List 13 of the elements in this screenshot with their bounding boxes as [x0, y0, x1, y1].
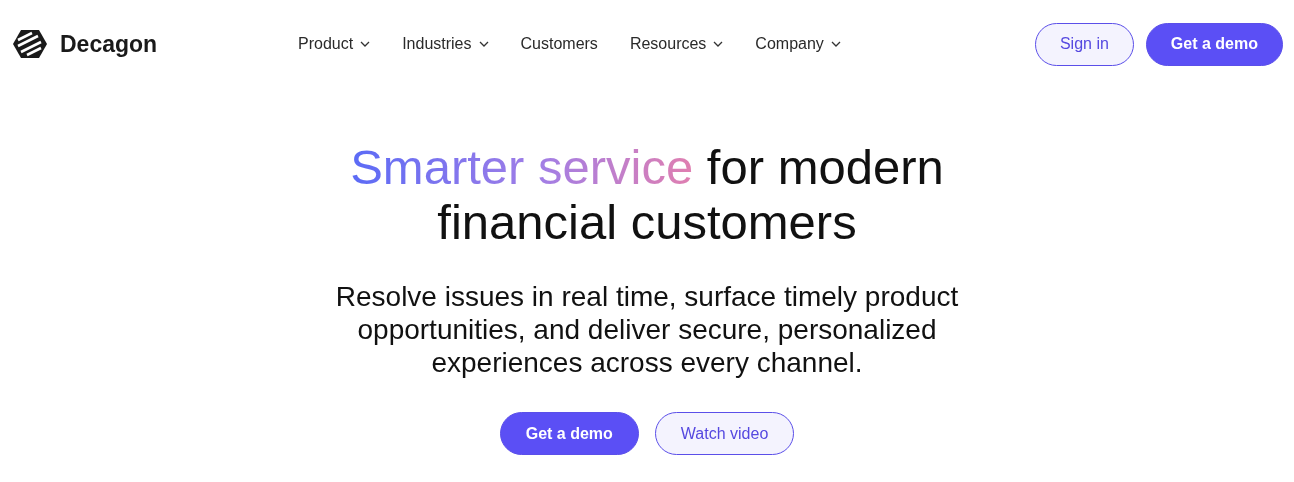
logo-icon[interactable] [12, 29, 48, 59]
subtitle: Resolve issues in real time, surface timely product opportunities, and deliver secure, personalized experiences across every channel. [334, 280, 960, 379]
demo-button[interactable]: Get a demo [1145, 22, 1283, 66]
brand-name[interactable]: Decagon [60, 30, 158, 58]
nav-link[interactable]: Company [755, 35, 841, 53]
sign-in-button[interactable]: Sign in [1034, 22, 1134, 66]
demo-button[interactable]: Get a demo [499, 412, 639, 455]
watch-video-button[interactable]: Watch video [654, 412, 795, 455]
nav-link[interactable]: Industries [402, 35, 489, 53]
nav-link[interactable]: Customers [520, 35, 598, 53]
nav-link[interactable]: Resources [629, 35, 724, 53]
headline: Smarter service for modern financial customers [349, 140, 945, 250]
nav-link[interactable]: Product [298, 35, 371, 53]
